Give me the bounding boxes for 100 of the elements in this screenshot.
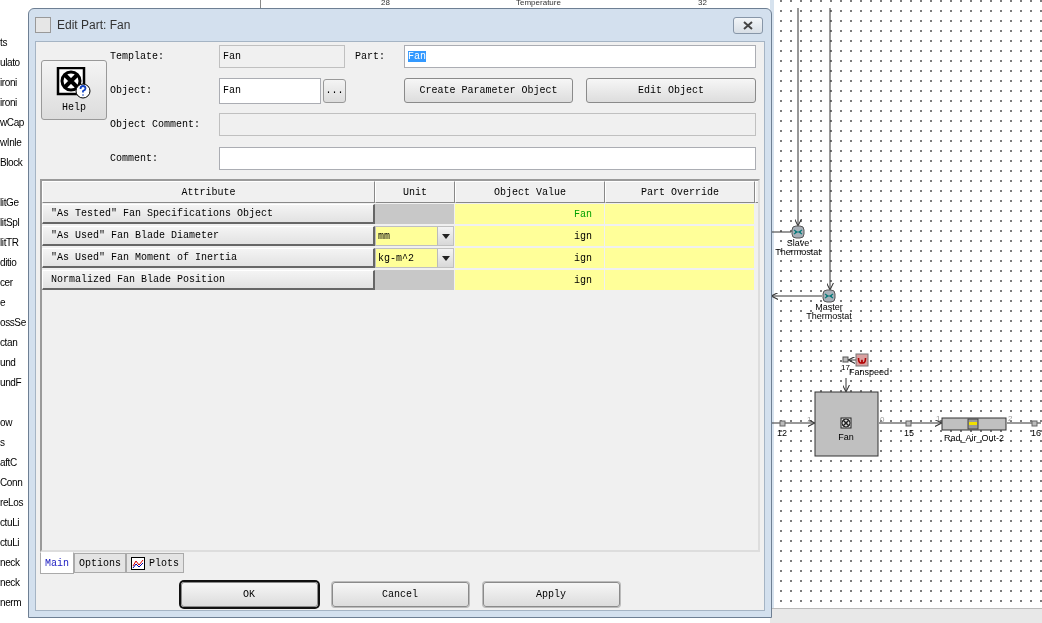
unit-dropdown[interactable]: mm: [375, 226, 454, 246]
block-label: Master: [815, 302, 843, 312]
library-item[interactable]: ctan: [0, 334, 30, 354]
override-cell[interactable]: [605, 270, 754, 290]
field-label: Comment:: [110, 153, 159, 164]
link-number: 15: [904, 428, 914, 438]
library-item[interactable]: s: [0, 434, 30, 454]
library-item[interactable]: ulato: [0, 54, 30, 74]
link-node-icon[interactable]: [1031, 420, 1038, 427]
radiator-icon: [967, 418, 979, 430]
close-button[interactable]: [733, 16, 763, 34]
library-item[interactable]: neck: [0, 574, 30, 594]
chart-icon: [131, 556, 146, 570]
block-label: Thermostat: [775, 247, 821, 257]
value-cell[interactable]: ign: [455, 270, 604, 290]
object-field[interactable]: Fan: [219, 77, 321, 104]
connector-line: [770, 292, 823, 300]
library-item[interactable]: und: [0, 354, 30, 374]
scrollbar[interactable]: [770, 608, 1042, 623]
block-label: Slave: [786, 238, 810, 248]
connector-line: [878, 419, 943, 428]
dialog-button[interactable]: Cancel: [331, 582, 469, 607]
port-number: 1: [807, 415, 812, 424]
caret-icon: [441, 233, 450, 239]
block-label: Rad_Air_Out-2: [944, 433, 1004, 443]
attribute-cell[interactable]: "As Tested" Fan Specifications Object: [42, 204, 375, 224]
column-header[interactable]: Object Value: [455, 181, 605, 203]
column-header[interactable]: Unit: [375, 181, 455, 203]
library-item[interactable]: wCap: [0, 114, 30, 134]
library-item[interactable]: e: [0, 294, 30, 314]
value-cell[interactable]: ign: [455, 248, 604, 268]
field-label: Object Comment:: [110, 119, 201, 130]
port-number: 1: [936, 414, 941, 423]
library-item[interactable]: neck: [0, 554, 30, 574]
library-item[interactable]: Conn: [0, 474, 30, 494]
link-number: 12: [777, 428, 787, 438]
library-item[interactable]: ctuLi: [0, 534, 30, 554]
connector-line: [770, 419, 816, 428]
thermostat-icon[interactable]: [791, 225, 805, 239]
library-item[interactable]: ironi: [0, 94, 30, 114]
library-item[interactable]: ossSe: [0, 314, 30, 334]
app-icon: [35, 17, 51, 33]
library-item[interactable]: ditio: [0, 254, 30, 274]
column-header[interactable]: Part Override: [605, 181, 755, 203]
library-item[interactable]: reLos: [0, 494, 30, 514]
tab[interactable]: Main: [40, 552, 74, 574]
ruler-label: 28: [381, 0, 390, 7]
override-cell[interactable]: [605, 204, 754, 224]
library-item[interactable]: ironi: [0, 74, 30, 94]
library-item[interactable]: cer: [0, 274, 30, 294]
library-item[interactable]: litGe: [0, 194, 30, 214]
attribute-cell[interactable]: "As Used" Fan Moment of Inertia: [42, 248, 375, 268]
field-label: Template:: [110, 51, 165, 62]
ruler-label: 32: [698, 0, 707, 7]
comment-field[interactable]: [219, 147, 756, 170]
library-item[interactable]: Block: [0, 154, 30, 174]
library-item[interactable]: aftC: [0, 454, 30, 474]
connector-line: [1006, 422, 1042, 424]
tab[interactable]: Plots: [126, 553, 185, 573]
caret-icon: [441, 255, 450, 261]
block-label: Fanspeed: [849, 367, 890, 377]
port-number: 17: [841, 363, 850, 372]
library-item[interactable]: ctuLi: [0, 514, 30, 534]
fan-icon: [840, 417, 852, 429]
library-item[interactable]: undF: [0, 374, 30, 394]
library-item[interactable]: ts: [0, 34, 30, 54]
unit-dropdown[interactable]: kg-m^2: [375, 248, 454, 268]
attribute-cell[interactable]: Normalized Fan Blade Position: [42, 270, 375, 290]
column-header[interactable]: Attribute: [42, 181, 375, 203]
library-item[interactable]: wInle: [0, 134, 30, 154]
port-number: 0: [880, 415, 885, 424]
edit-object-button[interactable]: Edit Object: [586, 78, 756, 103]
help-button[interactable]: Help: [41, 60, 107, 120]
port-icon: [842, 356, 849, 363]
connector-line: [770, 231, 792, 233]
override-cell[interactable]: [605, 248, 754, 268]
connector-line: [842, 377, 851, 393]
value-cell[interactable]: ign: [455, 226, 604, 246]
library-item[interactable]: litSpl: [0, 214, 30, 234]
thermostat-icon[interactable]: [822, 289, 836, 303]
link-node-icon[interactable]: [779, 420, 786, 427]
signal-block-icon[interactable]: [855, 353, 869, 367]
override-cell[interactable]: [605, 226, 754, 246]
tab[interactable]: Options: [74, 553, 127, 573]
browse-button[interactable]: ...: [323, 78, 346, 103]
attribute-cell[interactable]: "As Used" Fan Blade Diameter: [42, 226, 375, 246]
connector-line: [847, 356, 857, 365]
library-item[interactable]: ow: [0, 414, 30, 434]
dialog-button[interactable]: OK: [180, 582, 318, 607]
library-item[interactable]: nerm: [0, 594, 30, 614]
field-label: Object:: [110, 85, 153, 96]
library-item[interactable]: litTR: [0, 234, 30, 254]
port-number: 2: [1008, 414, 1013, 423]
window-title: Edit Part: Fan: [57, 18, 132, 32]
create-object-button[interactable]: Create Parameter Object: [404, 78, 573, 103]
link-node-icon[interactable]: [905, 420, 912, 427]
fan-block[interactable]: [814, 391, 879, 457]
ruler-label: Temperature: [516, 0, 561, 7]
dialog-button[interactable]: Apply: [482, 582, 620, 607]
link-number: 16: [1031, 428, 1041, 438]
